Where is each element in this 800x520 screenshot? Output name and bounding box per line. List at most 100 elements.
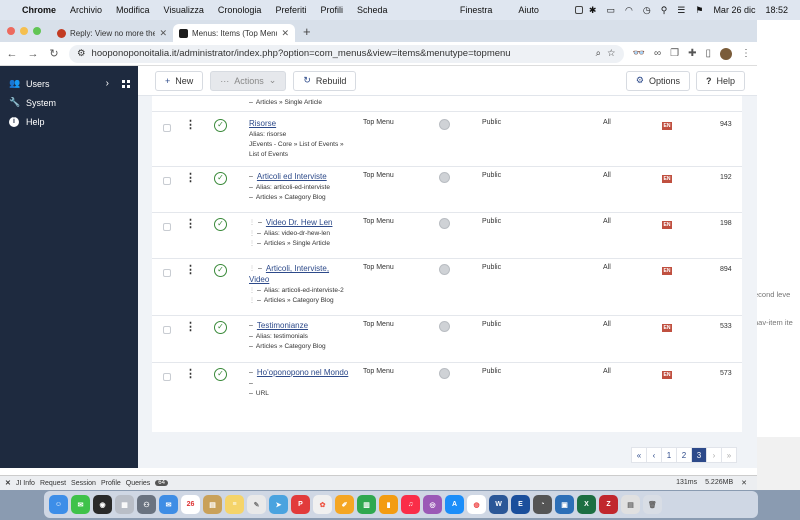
row-actions-kebab-icon[interactable]: ⋮: [185, 120, 196, 131]
close-tab-icon[interactable]: ✕: [281, 28, 289, 39]
menu-profili[interactable]: Profili: [320, 5, 343, 15]
published-check-icon[interactable]: ✓: [214, 321, 227, 334]
debug-close-icon[interactable]: ✕: [741, 479, 747, 487]
back-icon[interactable]: ←: [6, 48, 18, 60]
joomla-logo-icon[interactable]: ✕: [5, 479, 11, 487]
music-icon[interactable]: ♫: [401, 495, 420, 514]
row-checkbox[interactable]: [163, 124, 171, 132]
menu-aiuto[interactable]: Aiuto: [518, 5, 539, 15]
home-toggle-icon[interactable]: [439, 172, 450, 183]
home-toggle-icon[interactable]: [439, 321, 450, 332]
published-check-icon[interactable]: ✓: [214, 264, 227, 277]
row-actions-kebab-icon[interactable]: ⋮: [185, 322, 196, 333]
row-checkbox[interactable]: [163, 269, 171, 277]
wifi-icon[interactable]: ◠: [625, 5, 633, 16]
photos-icon[interactable]: ✿: [313, 495, 332, 514]
item-title-link[interactable]: Risorse: [249, 119, 276, 128]
browser-tab-reply[interactable]: Reply: View no more then 3 ite ✕: [51, 24, 173, 42]
new-button[interactable]: + New: [155, 70, 204, 91]
help-button[interactable]: ? Help: [695, 70, 745, 91]
menu-app-name[interactable]: Chrome: [22, 5, 56, 15]
pdf-app-icon[interactable]: P: [291, 495, 310, 514]
screen-icon[interactable]: ▣: [555, 495, 574, 514]
copy-extension-icon[interactable]: ❐: [670, 48, 679, 59]
bluetooth-icon[interactable]: ✱: [589, 5, 597, 16]
app-store-icon[interactable]: A: [445, 495, 464, 514]
sidepanel-icon[interactable]: ▯: [705, 48, 711, 59]
notes-icon[interactable]: ≡: [225, 495, 244, 514]
chrome-icon[interactable]: ◍: [467, 495, 486, 514]
excel-icon[interactable]: X: [577, 495, 596, 514]
more-options-icon[interactable]: ⋮: [741, 48, 751, 59]
item-title-link[interactable]: Testimonianze: [257, 321, 308, 330]
published-check-icon[interactable]: ✓: [214, 368, 227, 381]
reload-icon[interactable]: ↻: [48, 47, 60, 60]
vpn-icon[interactable]: ⚇: [137, 495, 156, 514]
item-title-link[interactable]: Articoli, Interviste,: [266, 264, 329, 273]
siri-icon[interactable]: ◉: [93, 495, 112, 514]
row-actions-kebab-icon[interactable]: ⋮: [185, 369, 196, 380]
screen-mirror-icon[interactable]: [574, 6, 583, 14]
quicktime-icon[interactable]: ◔: [533, 495, 552, 514]
chevron-right-icon[interactable]: ›: [106, 78, 109, 89]
menu-scheda[interactable]: Scheda: [357, 5, 388, 15]
row-actions-kebab-icon[interactable]: ⋮: [185, 219, 196, 230]
menu-finestra[interactable]: Finestra: [460, 5, 493, 15]
published-check-icon[interactable]: ✓: [214, 172, 227, 185]
site-info-icon[interactable]: ⚙: [77, 48, 86, 59]
menu-archivio[interactable]: Archivio: [70, 5, 102, 15]
published-check-icon[interactable]: ✓: [214, 119, 227, 132]
published-check-icon[interactable]: ✓: [214, 218, 227, 231]
item-title-link[interactable]: Ho'oponopono nel Mondo: [257, 368, 348, 377]
close-window-button[interactable]: [7, 27, 15, 35]
last-page-button[interactable]: »: [721, 447, 737, 463]
row-checkbox[interactable]: [163, 177, 171, 185]
menu-visualizza[interactable]: Visualizza: [164, 5, 204, 15]
calendar-icon[interactable]: 26: [181, 495, 200, 514]
battery-icon[interactable]: ▭: [606, 5, 615, 16]
sidebar-item-help[interactable]: i Help: [0, 112, 138, 131]
prev-page-button[interactable]: ‹: [646, 447, 662, 463]
podcasts-icon[interactable]: ◎: [423, 495, 442, 514]
home-toggle-icon[interactable]: [439, 264, 450, 275]
item-title-link[interactable]: Video Dr. Hew Len: [266, 218, 333, 227]
downloads-icon[interactable]: ▤: [621, 495, 640, 514]
pages-icon[interactable]: ✐: [335, 495, 354, 514]
clock-icon[interactable]: ◷: [643, 5, 651, 16]
debug-tab-session[interactable]: Session: [71, 480, 96, 487]
row-actions-kebab-icon[interactable]: ⋮: [185, 173, 196, 184]
maps-icon[interactable]: ➤: [269, 495, 288, 514]
messages-icon[interactable]: ✉: [71, 495, 90, 514]
home-toggle-icon[interactable]: [439, 119, 450, 130]
options-button[interactable]: ⚙ Options: [625, 70, 690, 91]
row-checkbox[interactable]: [163, 326, 171, 334]
home-toggle-icon[interactable]: [439, 368, 450, 379]
finder-icon[interactable]: ☺: [49, 495, 68, 514]
actions-dropdown[interactable]: ··· Actions ⌄: [210, 70, 287, 91]
dashboard-grid-icon[interactable]: [122, 79, 130, 88]
menu-date[interactable]: Mar 26 dic: [713, 5, 755, 15]
zoom-window-button[interactable]: [33, 27, 41, 35]
home-toggle-icon[interactable]: [439, 218, 450, 229]
launchpad-icon[interactable]: ▦: [115, 495, 134, 514]
page-1-button[interactable]: 1: [661, 447, 677, 463]
bookmark-star-icon[interactable]: ☆: [607, 48, 616, 59]
archive-icon[interactable]: ▤: [203, 495, 222, 514]
debug-tab-profile[interactable]: Profile: [101, 480, 121, 487]
debug-tab-request[interactable]: Request: [40, 480, 66, 487]
minimize-window-button[interactable]: [20, 27, 28, 35]
sidebar-item-users[interactable]: 👥 Users ›: [0, 74, 138, 93]
flag-icon[interactable]: ⚑: [695, 5, 703, 16]
url-input[interactable]: ⚙ hooponoponoitalia.it/administrator/ind…: [69, 44, 624, 63]
page-2-button[interactable]: 2: [676, 447, 692, 463]
rebuild-button[interactable]: ↻ Rebuild: [293, 70, 357, 91]
glasses-extension-icon[interactable]: 👓: [633, 48, 645, 59]
trash-icon[interactable]: 🗑: [643, 495, 662, 514]
word-icon[interactable]: W: [489, 495, 508, 514]
menu-cronologia[interactable]: Cronologia: [218, 5, 262, 15]
profile-avatar[interactable]: [720, 47, 732, 60]
control-center-icon[interactable]: ☰: [677, 5, 685, 16]
mail-icon[interactable]: ✉: [159, 495, 178, 514]
preview-icon[interactable]: ✎: [247, 495, 266, 514]
sidebar-item-system[interactable]: 🔧 System: [0, 93, 138, 112]
